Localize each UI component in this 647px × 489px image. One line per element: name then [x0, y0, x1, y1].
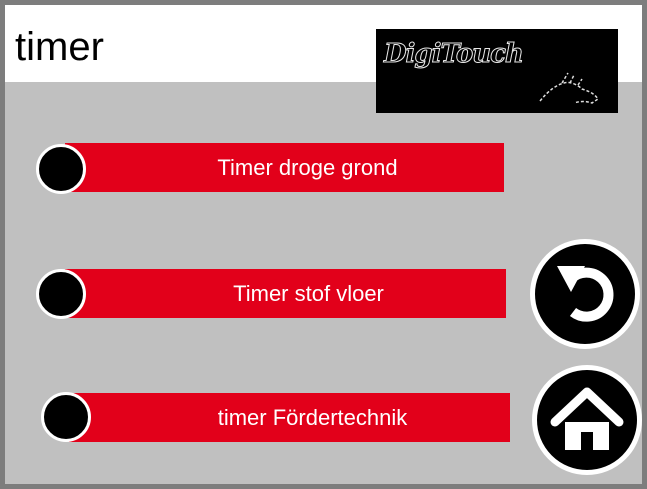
timer-foerdertechnik-status-indicator: [41, 392, 91, 442]
timer-droge-grond-status-indicator: [36, 144, 86, 194]
page-title: timer: [15, 25, 104, 69]
screen: timer DigiTouch Timer droge grond Timer …: [0, 0, 647, 489]
timer-stof-vloer-status-indicator: [36, 269, 86, 319]
undo-arrow-icon: [557, 266, 614, 322]
timer-droge-grond-button[interactable]: Timer droge grond: [65, 143, 504, 192]
timer-foerdertechnik-label: timer Fördertechnik: [217, 404, 408, 430]
timer-stof-vloer-button[interactable]: Timer stof vloer: [65, 269, 506, 318]
timer-foerdertechnik-button[interactable]: timer Fördertechnik: [69, 393, 510, 442]
timer-stof-vloer-label: Timer stof vloer: [233, 280, 384, 306]
logo-text: DigiTouch: [384, 39, 525, 70]
timer-droge-grond-label: Timer droge grond: [217, 154, 398, 180]
digitouch-logo: DigiTouch: [376, 29, 618, 113]
hand-icon: [539, 72, 600, 104]
home-button[interactable]: [532, 365, 642, 475]
house-icon: [550, 387, 624, 450]
back-button[interactable]: [530, 239, 640, 349]
